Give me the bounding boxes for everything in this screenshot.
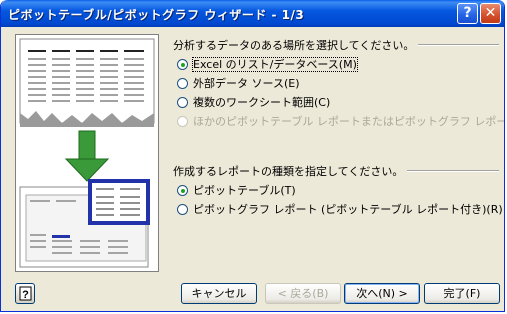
wizard-dialog: ピボットテーブル/ピボットグラフ ウィザード - 1/3 ? ✕ 分析するデータ… xyxy=(0,0,505,312)
radio-icon[interactable] xyxy=(177,78,188,89)
svg-text:?: ? xyxy=(22,289,29,301)
data-source-heading-row: 分析するデータのある場所を選択してください。 xyxy=(173,37,499,53)
option-pivot-table[interactable]: ピボットテーブル(T) xyxy=(173,182,499,198)
option-label[interactable]: Excel のリスト/データベース(M) xyxy=(192,57,358,72)
option-label[interactable]: ピボットグラフ レポート (ピボットテーブル レポート付き)(R) xyxy=(193,203,503,216)
close-icon[interactable]: ✕ xyxy=(480,3,501,24)
help-icon[interactable]: ? xyxy=(457,3,478,24)
list-to-pivot-illustration xyxy=(19,38,155,268)
option-external-data[interactable]: 外部データ ソース(E) xyxy=(173,75,499,91)
option-pivot-chart[interactable]: ピボットグラフ レポート (ピボットテーブル レポート付き)(R) xyxy=(173,201,503,217)
radio-disabled-icon xyxy=(177,116,188,127)
back-button[interactable]: < 戻る(B) xyxy=(265,283,341,304)
option-other-pivot: ほかのピボットテーブル レポートまたはピボットグラフ レポート(A) xyxy=(173,113,504,129)
report-type-heading-row: 作成するレポートの種類を指定してください。 xyxy=(173,163,499,179)
option-label[interactable]: 複数のワークシート範囲(C) xyxy=(193,96,330,109)
finish-button[interactable]: 完了(F) xyxy=(424,283,500,304)
next-button[interactable]: 次へ(N) > xyxy=(344,283,420,304)
help-question-icon: ? xyxy=(19,286,32,301)
radio-icon[interactable] xyxy=(177,97,188,108)
radio-icon[interactable] xyxy=(177,204,188,215)
option-label: ほかのピボットテーブル レポートまたはピボットグラフ レポート(A) xyxy=(193,115,505,128)
cancel-button[interactable]: キャンセル xyxy=(181,283,257,304)
report-type-group: 作成するレポートの種類を指定してください。 ピボットテーブル(T) ピボットグラ… xyxy=(173,163,503,217)
option-label[interactable]: 外部データ ソース(E) xyxy=(193,77,299,90)
separator-line xyxy=(418,44,499,46)
data-source-heading: 分析するデータのある場所を選択してください。 xyxy=(173,39,415,52)
data-source-group: 分析するデータのある場所を選択してください。 Excel のリスト/データベース… xyxy=(173,37,504,129)
title-bar[interactable]: ピボットテーブル/ピボットグラフ ウィザード - 1/3 ? ✕ xyxy=(1,0,504,27)
option-multiple-ranges[interactable]: 複数のワークシート範囲(C) xyxy=(173,94,499,110)
window-title: ピボットテーブル/ピボットグラフ ウィザード - 1/3 xyxy=(8,8,305,22)
radio-checked-icon[interactable] xyxy=(177,185,188,196)
option-label[interactable]: ピボットテーブル(T) xyxy=(193,184,296,197)
report-type-heading: 作成するレポートの種類を指定してください。 xyxy=(173,165,404,178)
separator-line xyxy=(407,170,499,172)
help-button[interactable]: ? xyxy=(15,283,35,304)
option-excel-list[interactable]: Excel のリスト/データベース(M) xyxy=(173,56,499,72)
radio-checked-icon[interactable] xyxy=(177,59,188,70)
wizard-illustration xyxy=(15,34,159,272)
